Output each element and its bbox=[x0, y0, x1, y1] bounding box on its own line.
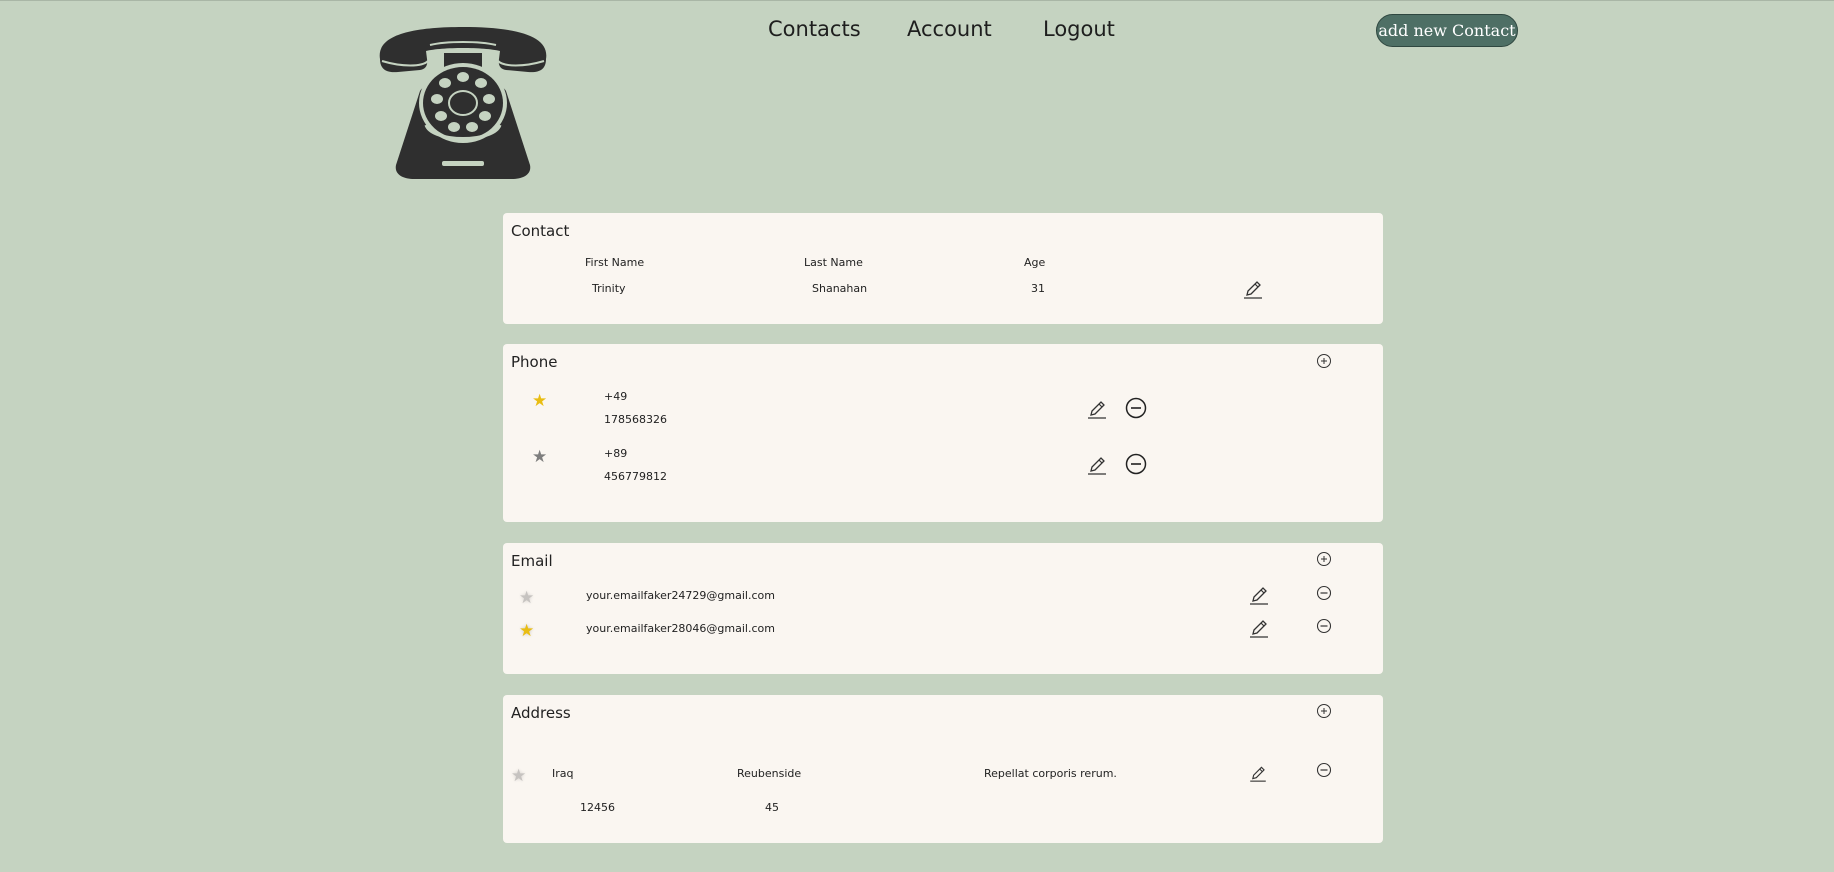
contact-card: Contact First Name Last Name Age Trinity… bbox=[503, 213, 1383, 324]
add-phone-plus-circle-icon[interactable] bbox=[1316, 353, 1332, 369]
phone-card: Phone ★ +49 178568326 ★ +89 456779812 bbox=[503, 344, 1383, 522]
address-city: Reubenside bbox=[737, 767, 802, 780]
email-card-title: Email bbox=[511, 552, 553, 570]
contact-card-title: Contact bbox=[511, 222, 570, 240]
nav-account[interactable]: Account bbox=[907, 17, 992, 41]
remove-address-minus-circle-icon[interactable] bbox=[1316, 762, 1332, 778]
edit-phone-pencil-icon[interactable] bbox=[1087, 453, 1107, 475]
favorite-star-icon[interactable]: ★ bbox=[519, 590, 534, 607]
remove-email-minus-circle-icon[interactable] bbox=[1316, 618, 1332, 634]
age-header: Age bbox=[1024, 256, 1046, 269]
email-card: Email ★ your.emailfaker24729@gmail.com ★… bbox=[503, 543, 1383, 674]
email-address: your.emailfaker28046@gmail.com bbox=[586, 622, 775, 635]
phone-country-code: +89 bbox=[604, 447, 628, 460]
remove-email-minus-circle-icon[interactable] bbox=[1316, 585, 1332, 601]
last-name-header: Last Name bbox=[804, 256, 863, 269]
edit-email-pencil-icon[interactable] bbox=[1249, 583, 1269, 605]
last-name-value: Shanahan bbox=[812, 282, 868, 295]
favorite-star-icon[interactable]: ★ bbox=[519, 623, 534, 640]
address-country: Iraq bbox=[552, 767, 574, 780]
address-card-title: Address bbox=[511, 704, 571, 722]
address-card: Address ★ Iraq Reubenside Repellat corpo… bbox=[503, 695, 1383, 843]
nav-logout[interactable]: Logout bbox=[1043, 17, 1115, 41]
edit-contact-pencil-icon[interactable] bbox=[1243, 277, 1263, 299]
telephone-logo-icon bbox=[379, 27, 547, 179]
favorite-star-icon[interactable]: ★ bbox=[532, 393, 547, 410]
top-border bbox=[0, 0, 1834, 1]
phone-country-code: +49 bbox=[604, 390, 628, 403]
edit-email-pencil-icon[interactable] bbox=[1249, 616, 1269, 638]
add-address-plus-circle-icon[interactable] bbox=[1316, 703, 1332, 719]
edit-phone-pencil-icon[interactable] bbox=[1087, 397, 1107, 419]
add-new-contact-button[interactable]: add new Contact bbox=[1376, 14, 1518, 47]
favorite-star-icon[interactable]: ★ bbox=[532, 449, 547, 466]
address-zip: 12456 bbox=[580, 801, 615, 814]
remove-phone-minus-circle-icon[interactable] bbox=[1125, 397, 1147, 419]
address-house-number: 45 bbox=[765, 801, 779, 814]
nav-contacts[interactable]: Contacts bbox=[768, 17, 861, 41]
favorite-star-icon[interactable]: ★ bbox=[511, 768, 526, 785]
age-value: 31 bbox=[1031, 282, 1045, 295]
remove-phone-minus-circle-icon[interactable] bbox=[1125, 453, 1147, 475]
address-street: Repellat corporis rerum. bbox=[984, 767, 1117, 780]
first-name-header: First Name bbox=[585, 256, 645, 269]
first-name-value: Trinity bbox=[592, 282, 626, 295]
phone-number: 178568326 bbox=[604, 413, 667, 426]
add-email-plus-circle-icon[interactable] bbox=[1316, 551, 1332, 567]
phone-number: 456779812 bbox=[604, 470, 667, 483]
phone-card-title: Phone bbox=[511, 353, 558, 371]
email-address: your.emailfaker24729@gmail.com bbox=[586, 589, 775, 602]
edit-address-pencil-icon[interactable] bbox=[1249, 763, 1267, 782]
